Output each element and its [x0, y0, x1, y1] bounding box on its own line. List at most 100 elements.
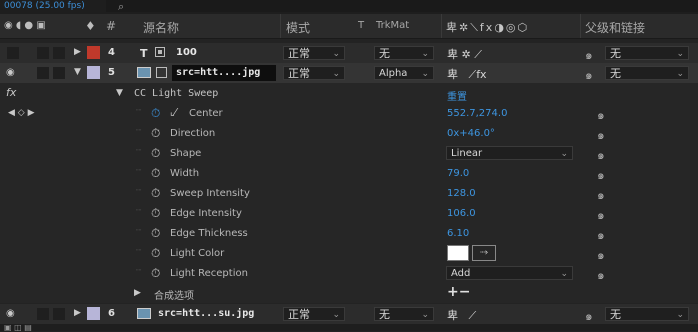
- parent-dropdown[interactable]: 无 ⌄: [605, 66, 689, 80]
- switches[interactable]: 卑 ✲ ⟋: [447, 46, 482, 62]
- fx-toggle-icon[interactable]: fx: [6, 86, 16, 99]
- graph-icon[interactable]: ⌞⁄: [170, 107, 176, 118]
- property-value[interactable]: 6.10: [447, 228, 469, 239]
- shape-dropdown[interactable]: Linear ⌄: [446, 146, 573, 160]
- layer-type-icon: [155, 47, 165, 57]
- motion-blur-icon: ◑: [494, 21, 506, 34]
- effect-name[interactable]: CC Light Sweep: [134, 88, 218, 99]
- collapse-triangle-icon[interactable]: ▼: [74, 67, 81, 77]
- label-color[interactable]: [87, 307, 100, 320]
- eye-icon[interactable]: ◉: [4, 20, 13, 31]
- layer-name[interactable]: src=htt...su.jpg: [158, 308, 254, 319]
- property-name: Width: [170, 168, 200, 179]
- video-toggle[interactable]: [7, 47, 19, 59]
- lock-toggle[interactable]: [53, 308, 65, 320]
- property-value[interactable]: 552.7,274.0: [447, 108, 507, 119]
- color-swatch[interactable]: [447, 245, 469, 261]
- header-mode[interactable]: 模式: [286, 19, 310, 36]
- mode-dropdown[interactable]: 正常 ⌄: [283, 66, 345, 80]
- trkmat-dropdown[interactable]: Alpha ⌄: [374, 66, 434, 80]
- stopwatch-icon[interactable]: ⏱: [151, 206, 160, 221]
- layer-row[interactable]: ◉ ▼ 5 src=htt....jpg 正常 ⌄ Alpha ⌄ 卑 ⟋fx ๑ …: [0, 63, 698, 83]
- property-row[interactable]: ┈ ⏱ Direction 0x+46.0° ๑: [0, 123, 698, 143]
- property-name: Light Color: [170, 248, 225, 259]
- solo-toggle[interactable]: [37, 308, 49, 320]
- add-remove-mask-button[interactable]: +−: [447, 284, 470, 300]
- effect-icon: fx: [479, 21, 495, 34]
- search-icon[interactable]: ⌕: [118, 0, 124, 14]
- property-value[interactable]: 0x+46.0°: [447, 128, 495, 139]
- label-color[interactable]: [87, 66, 100, 79]
- property-name: Light Reception: [170, 268, 248, 279]
- collapse-triangle-icon[interactable]: ▼: [116, 88, 123, 98]
- light-reception-dropdown[interactable]: Add ⌄: [446, 266, 573, 280]
- layer-row[interactable]: ◉ ▶ 6 src=htt...su.jpg 正常 ⌄ 无 ⌄ 卑 ⟋ ๑ 无 ⌄: [0, 304, 698, 324]
- mode-dropdown[interactable]: 正常 ⌄: [283, 46, 345, 60]
- switches[interactable]: 卑 ⟋: [447, 307, 476, 323]
- layer-name[interactable]: src=htt....jpg: [176, 67, 260, 78]
- lock-icon[interactable]: ▣: [36, 20, 45, 31]
- label-column-icon[interactable]: ♦: [85, 19, 96, 33]
- property-name: Center: [189, 108, 223, 119]
- timecode[interactable]: 00078 (25.00 fps): [4, 1, 85, 11]
- header-parent[interactable]: 父级和链接: [585, 19, 645, 36]
- property-value[interactable]: 106.0: [447, 208, 476, 219]
- parent-dropdown[interactable]: 无 ⌄: [605, 307, 689, 321]
- audio-icon[interactable]: ◖: [16, 20, 21, 31]
- expand-triangle-icon[interactable]: ▶: [74, 308, 81, 318]
- property-value[interactable]: 79.0: [447, 168, 469, 179]
- parent-dropdown[interactable]: 无 ⌄: [605, 46, 689, 60]
- chevron-down-icon: ⌄: [421, 310, 429, 320]
- layer-name[interactable]: 100: [176, 47, 197, 58]
- solo-icon[interactable]: ●: [24, 20, 33, 31]
- property-row[interactable]: ┈ ⏱ Sweep Intensity 128.0 ๑: [0, 183, 698, 203]
- eye-icon[interactable]: ◉: [6, 67, 15, 78]
- stopwatch-icon[interactable]: ⏱: [151, 126, 160, 141]
- switches[interactable]: 卑 ⟋fx: [447, 66, 487, 82]
- expand-triangle-icon[interactable]: ▶: [74, 47, 81, 57]
- eyedropper-icon[interactable]: ⤑: [472, 245, 496, 261]
- stopwatch-icon[interactable]: ⏱: [151, 166, 160, 181]
- property-row[interactable]: ◀ ◇ ▶ ┈ ⏱ ⌞⁄ Center 552.7,274.0 ๑: [0, 103, 698, 123]
- keyframe-navigator[interactable]: ◀ ◇ ▶: [8, 108, 35, 118]
- stopwatch-icon[interactable]: ⏱: [151, 246, 160, 261]
- property-row[interactable]: ┈ ⏱ Shape Linear ⌄ ๑: [0, 143, 698, 163]
- stopwatch-icon[interactable]: ⏱: [151, 226, 160, 241]
- compositing-options-row[interactable]: ▶ 合成选项 +−: [0, 283, 698, 303]
- property-row[interactable]: ┈ ⏱ Width 79.0 ๑: [0, 163, 698, 183]
- mode-value: 正常: [288, 308, 310, 321]
- stopwatch-icon[interactable]: ⏱: [151, 146, 160, 161]
- chevron-down-icon: ⌄: [560, 149, 568, 159]
- property-row[interactable]: ┈ ⏱ Light Reception Add ⌄ ๑: [0, 263, 698, 283]
- property-value[interactable]: 128.0: [447, 188, 476, 199]
- mode-value: 正常: [288, 67, 310, 80]
- effect-row[interactable]: fx ▼ CC Light Sweep 重置: [0, 83, 698, 103]
- header-trkmat[interactable]: TrkMat: [376, 20, 409, 31]
- property-row[interactable]: ┈ ⏱ Edge Intensity 106.0 ๑: [0, 203, 698, 223]
- stopwatch-icon[interactable]: ⏱: [151, 186, 160, 201]
- stopwatch-icon[interactable]: ⏱: [151, 266, 160, 281]
- reset-link[interactable]: 重置: [447, 88, 467, 103]
- stopwatch-icon[interactable]: ⏱: [151, 106, 160, 121]
- solo-toggle[interactable]: [37, 47, 49, 59]
- label-color[interactable]: [87, 46, 100, 59]
- layer-type-icon: [156, 67, 167, 78]
- header-source-name[interactable]: 源名称: [143, 19, 179, 36]
- mode-dropdown[interactable]: 正常 ⌄: [283, 307, 345, 321]
- lock-toggle[interactable]: [53, 47, 65, 59]
- solo-toggle[interactable]: [37, 67, 49, 79]
- property-row[interactable]: ┈ ⏱ Edge Thickness 6.10 ๑: [0, 223, 698, 243]
- image-thumbnail-icon: [137, 308, 151, 319]
- trkmat-dropdown[interactable]: 无 ⌄: [374, 46, 434, 60]
- trkmat-value: Alpha: [379, 68, 408, 79]
- property-row[interactable]: ┈ ⏱ Light Color ⤑ ๑: [0, 243, 698, 263]
- switches-header-icons[interactable]: 卑✲⟍fx◑◎⬡: [446, 19, 529, 35]
- tree-dot: ┈: [136, 206, 142, 216]
- lock-toggle[interactable]: [53, 67, 65, 79]
- trkmat-dropdown[interactable]: 无 ⌄: [374, 307, 434, 321]
- trkmat-value: 无: [379, 308, 390, 321]
- expand-triangle-icon[interactable]: ▶: [134, 288, 141, 298]
- eye-icon[interactable]: ◉: [6, 308, 15, 319]
- search-input[interactable]: [106, 0, 698, 12]
- layer-row[interactable]: ▶ 4 T 100 正常 ⌄ 无 ⌄ 卑 ✲ ⟋ ๑ 无 ⌄: [0, 43, 698, 63]
